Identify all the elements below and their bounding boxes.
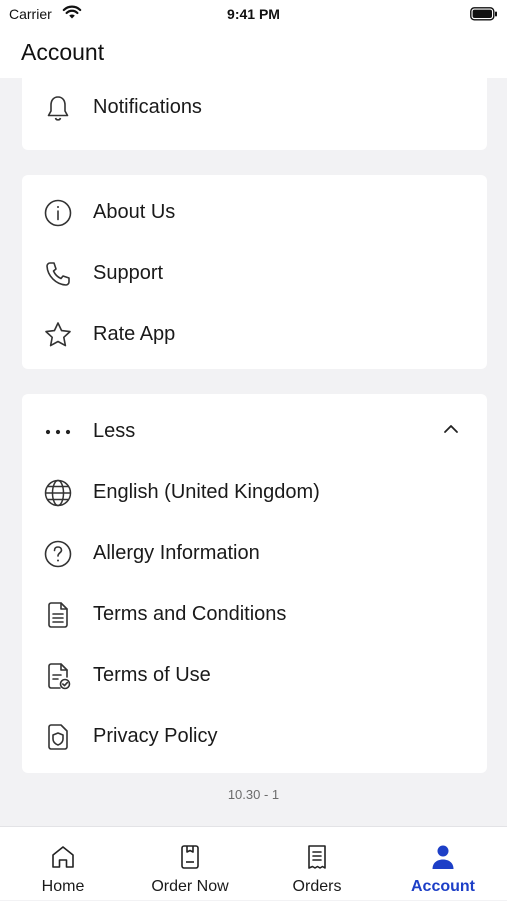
person-icon [380,843,506,871]
phone-icon [42,258,74,290]
tab-order-now[interactable]: Order Now [127,827,253,901]
receipt-icon [254,843,380,871]
tab-label: Orders [292,878,342,895]
account-content[interactable]: Notifications About Us Support Rate App … [0,78,507,826]
menu-item-allergy-information[interactable]: Allergy Information [22,525,487,581]
more-card: Less English (United Kingdom) Allergy In… [22,394,487,773]
page-title: Account [21,39,105,65]
menu-item-language[interactable]: English (United Kingdom) [22,464,487,520]
tab-bar: Home Order Now Orders Account [0,826,507,900]
info-icon [42,197,74,229]
menu-item-label: About Us [93,201,176,223]
menu-item-label: English (United Kingdom) [93,481,320,503]
tab-label: Home [41,878,85,895]
app-version: 10.30 - 1 [227,787,280,802]
menu-item-privacy-policy[interactable]: Privacy Policy [22,708,487,764]
globe-icon [42,477,74,509]
menu-item-label: Notifications [93,96,202,118]
tab-label: Order Now [151,878,229,895]
menu-item-terms-and-conditions[interactable]: Terms and Conditions [22,586,487,642]
shield-document-icon [42,721,74,753]
tab-orders[interactable]: Orders [254,827,380,901]
menu-item-notifications[interactable]: Notifications [22,79,487,135]
menu-item-label: Privacy Policy [93,725,218,747]
tab-label: Account [411,878,475,895]
home-icon [0,843,126,871]
menu-item-rate-app[interactable]: Rate App [22,306,487,362]
menu-item-label: Support [93,262,164,284]
more-dots-icon [42,416,74,448]
header: Account [0,30,507,78]
clock: 9:41 PM [227,6,280,22]
bell-icon [42,92,74,124]
info-card: About Us Support Rate App [22,175,487,369]
tab-home[interactable]: Home [0,827,126,901]
order-icon [127,843,253,871]
menu-item-label: Terms of Use [93,664,211,686]
menu-item-about-us[interactable]: About Us [22,184,487,240]
menu-item-support[interactable]: Support [22,245,487,301]
less-toggle[interactable]: Less [22,403,487,459]
star-icon [42,319,74,351]
document-check-icon [42,660,74,692]
menu-item-label: Terms and Conditions [93,603,287,625]
menu-item-label: Allergy Information [93,542,260,564]
status-bar: Carrier 9:41 PM [0,0,507,30]
chevron-up-icon [443,421,459,439]
question-icon [42,538,74,570]
less-label: Less [93,420,136,442]
menu-item-label: Rate App [93,323,176,345]
tab-account[interactable]: Account [380,827,506,901]
battery-icon [470,7,498,26]
notifications-card: Notifications [22,78,487,150]
menu-item-terms-of-use[interactable]: Terms of Use [22,647,487,703]
document-list-icon [42,599,74,631]
